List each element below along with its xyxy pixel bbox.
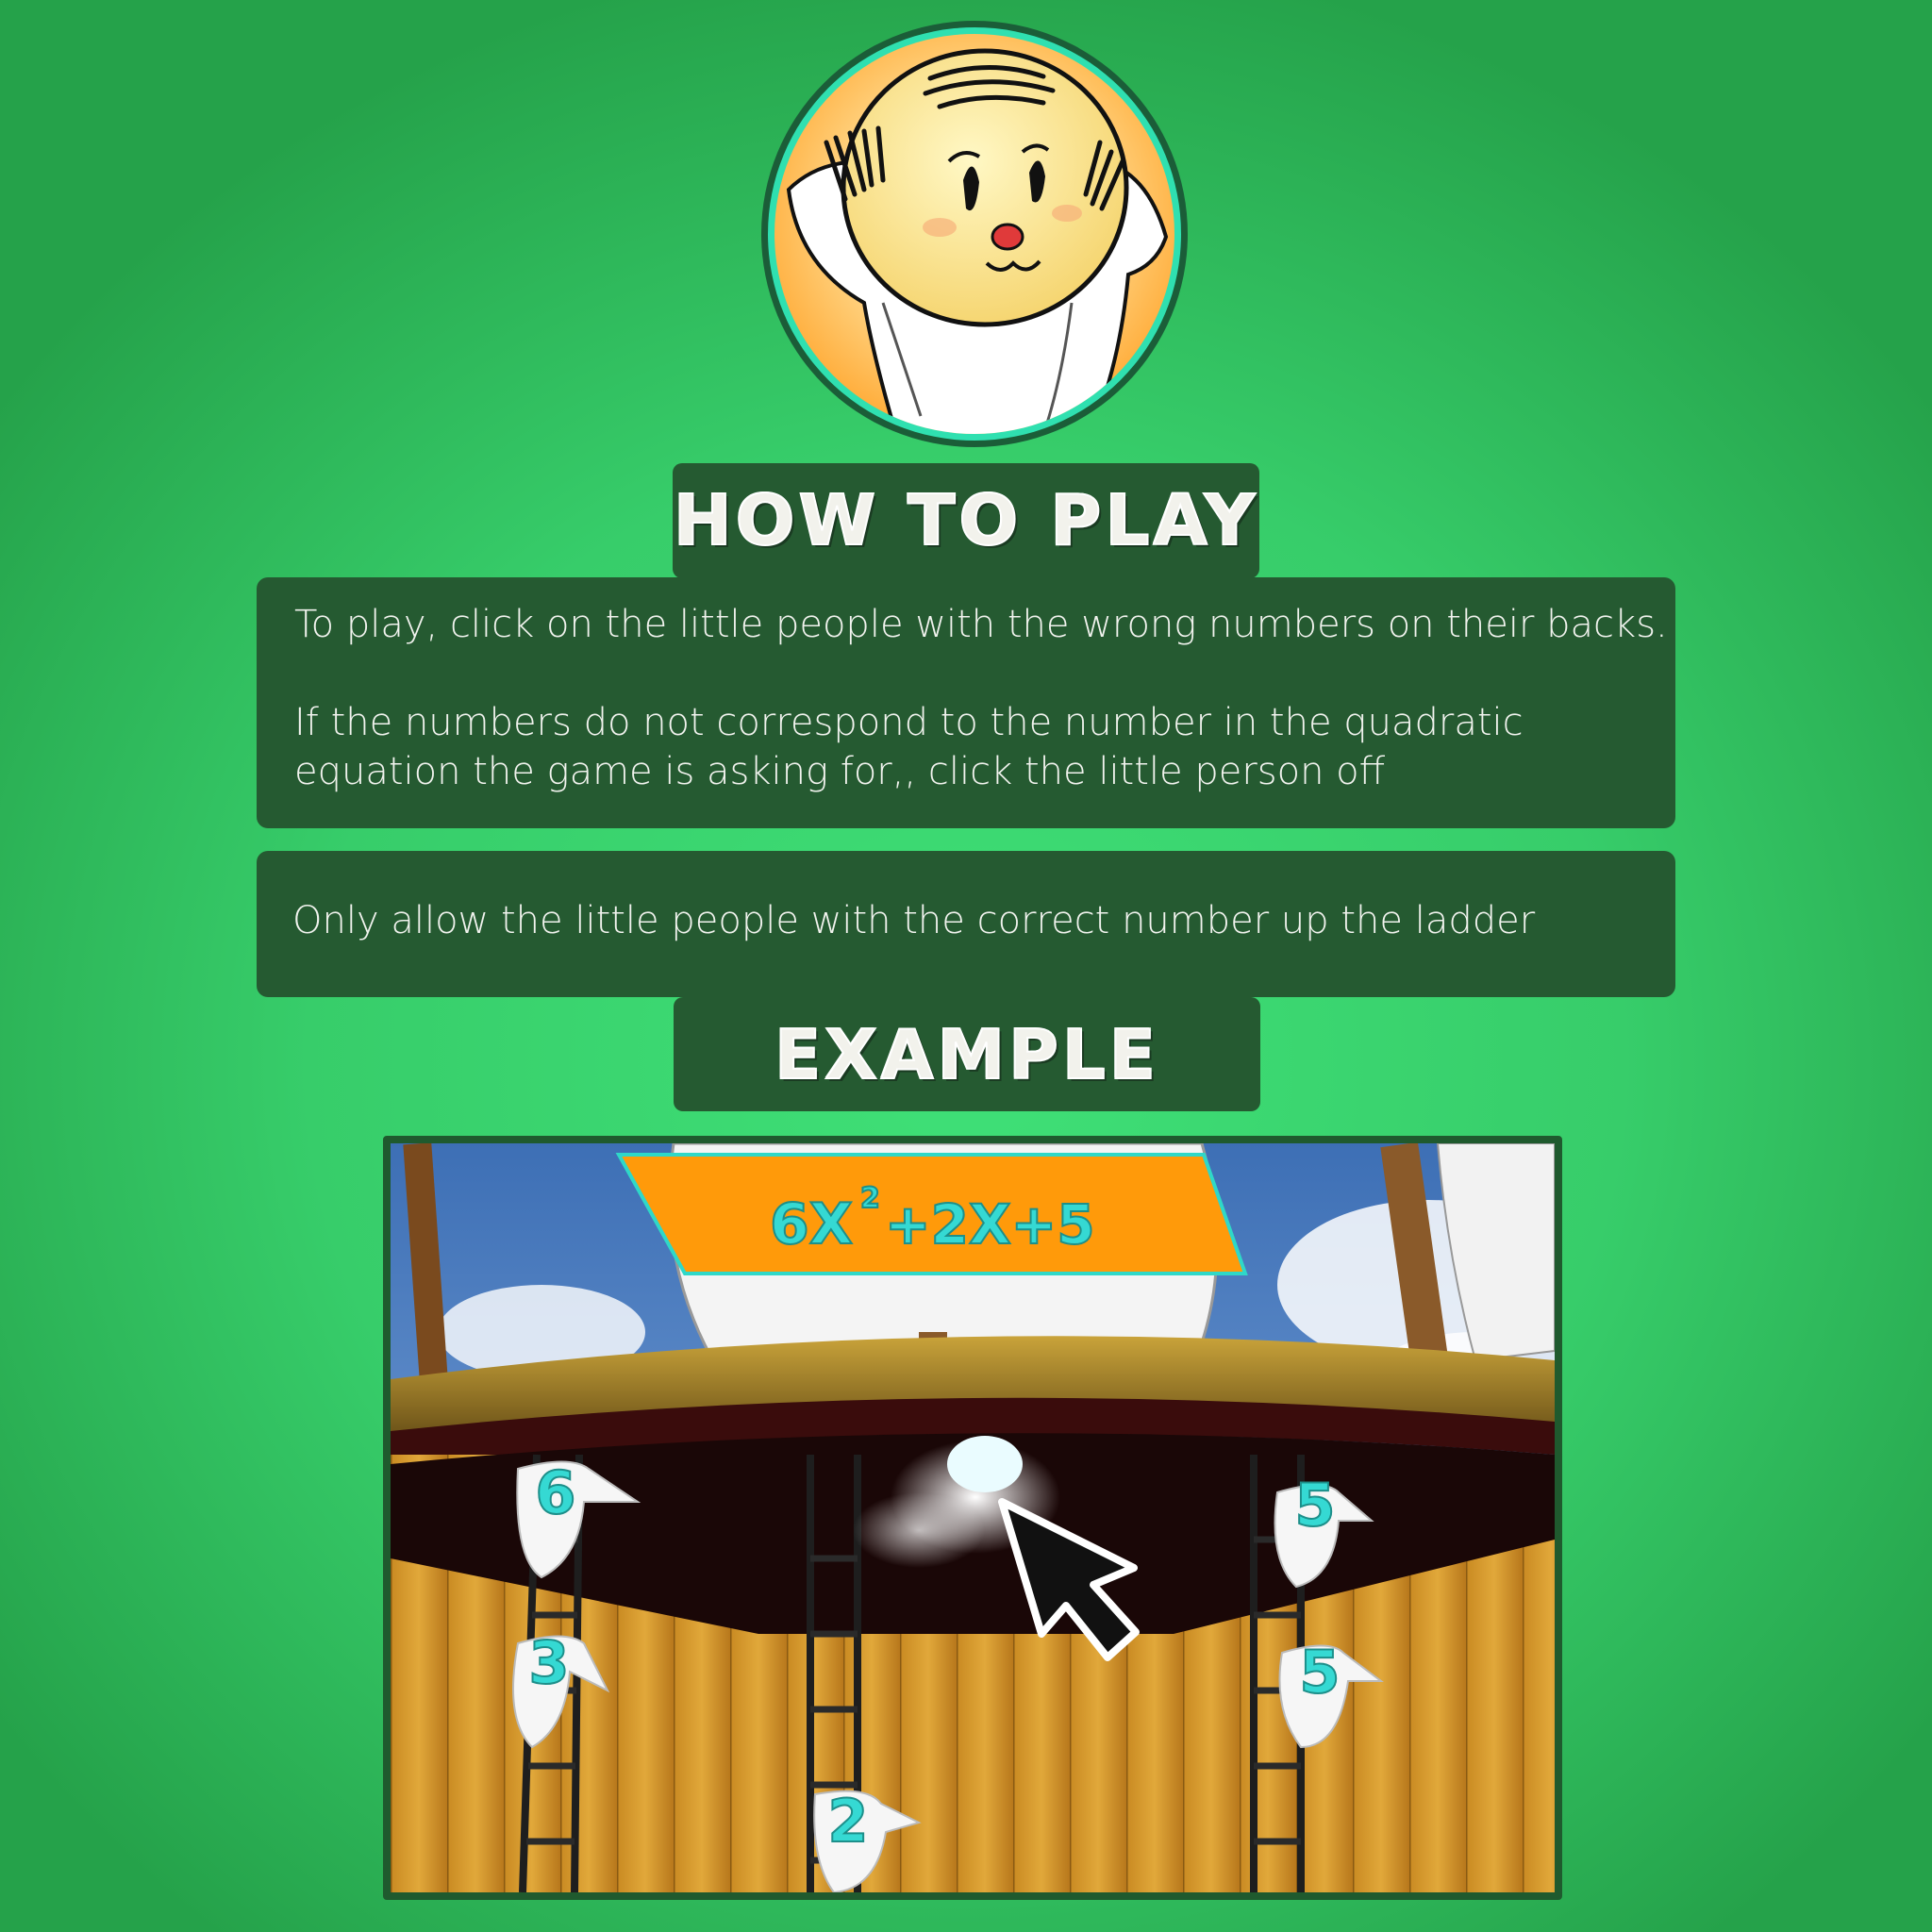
example-title: EXAMPLE — [774, 1014, 1159, 1095]
note-panel: Only allow the little people with the co… — [257, 851, 1675, 997]
equation-exponent: 2 — [860, 1182, 880, 1215]
person-number-left-bottom: 3 — [528, 1628, 569, 1697]
how-to-play-title: HOW TO PLAY — [673, 479, 1259, 562]
ladder-rule-text: Only allow the little people with the co… — [292, 899, 1536, 942]
instruction-paragraph-2: If the numbers do not correspond to the … — [294, 701, 1524, 793]
example-gameplay-screenshot: 6 3 2 5 5 6X 2 +2X+5 — [383, 1136, 1562, 1900]
person-number-right-top: 5 — [1294, 1471, 1335, 1540]
character-avatar — [760, 20, 1189, 448]
equation-term-x-squared: 6X — [770, 1191, 853, 1257]
equation-remainder: +2X+5 — [885, 1192, 1095, 1257]
instruction-paragraph-1: To play, click on the little people with… — [294, 603, 1668, 646]
how-to-play-header: HOW TO PLAY — [673, 463, 1259, 578]
person-number-right-bottom: 5 — [1299, 1638, 1340, 1707]
person-number-center-bottom: 2 — [827, 1787, 868, 1856]
example-header: EXAMPLE — [674, 997, 1260, 1111]
instructions-panel: To play, click on the little people with… — [257, 577, 1675, 828]
person-number-left-top: 6 — [535, 1458, 575, 1527]
